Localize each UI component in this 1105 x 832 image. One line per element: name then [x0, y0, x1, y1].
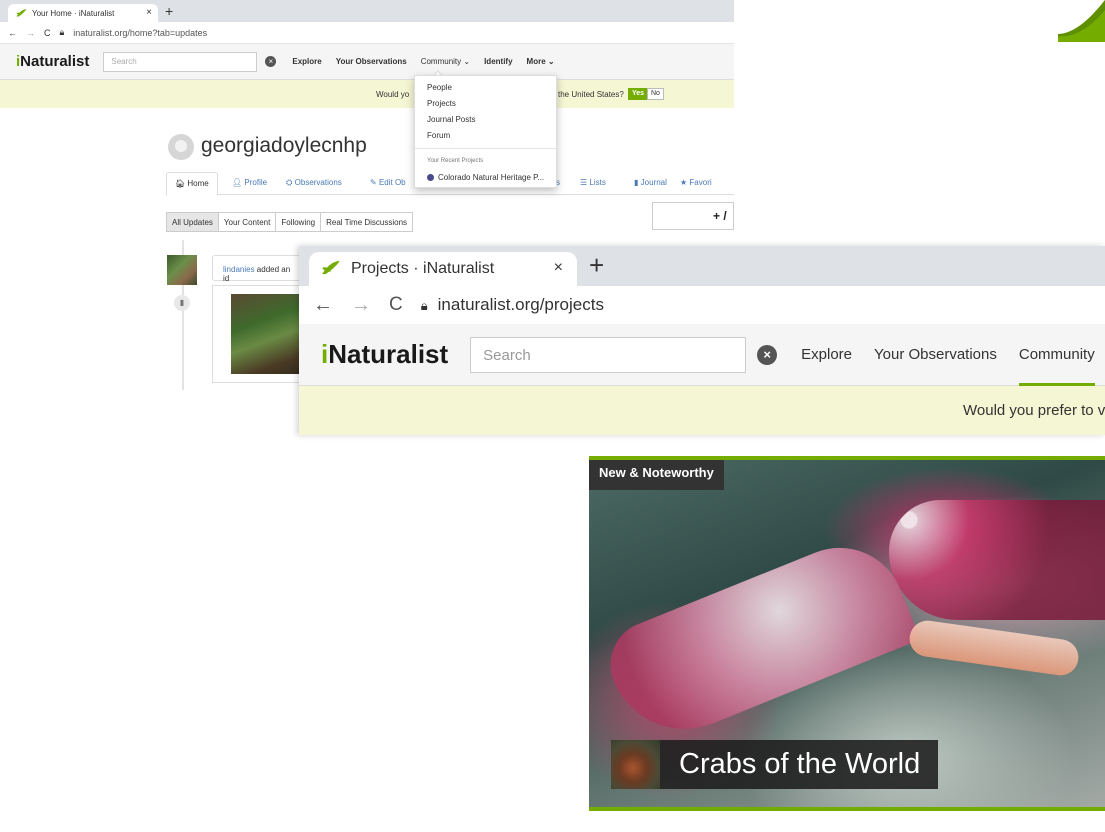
lock-icon: 🔒︎	[420, 298, 428, 313]
address-bar: ← → C 🔒︎ inaturalist.org/projects	[299, 286, 1105, 324]
banner-text: Would you prefer to vi	[963, 402, 1105, 419]
tab-bar: Your Home · iNaturalist × +	[0, 0, 734, 22]
tab-home[interactable]: 🏠︎ Home	[166, 172, 218, 196]
inaturalist-favicon-icon	[321, 259, 341, 280]
new-tab-button[interactable]: +	[165, 3, 173, 19]
tab-observations[interactable]: ⛭ Observations	[286, 178, 342, 188]
menu-item-people[interactable]: People	[427, 83, 452, 92]
menu-more[interactable]: More ⌄	[527, 57, 555, 66]
menu-community[interactable]: Community ⌄	[421, 57, 470, 66]
new-noteworthy-label: New & Noteworthy	[589, 460, 724, 490]
avatar	[168, 134, 194, 160]
reload-icon[interactable]: C	[44, 28, 51, 38]
menu-identify[interactable]: Identify	[484, 57, 512, 66]
project-title-banner[interactable]: Crabs of the World	[611, 740, 939, 789]
star-icon: ★	[680, 178, 688, 187]
tab-lists[interactable]: ☰ Lists	[580, 178, 606, 187]
filter-real-time-discussions[interactable]: Real Time Discussions	[320, 212, 414, 232]
book-icon: ▮	[634, 178, 639, 187]
site-header: iNaturalist Search × Explore Your Observ…	[299, 324, 1105, 386]
menu-explore[interactable]: Explore	[292, 57, 321, 66]
tab-journal[interactable]: ▮ Journal	[634, 178, 667, 187]
person-icon: 👤︎	[232, 178, 243, 187]
search-input[interactable]: Search	[103, 51, 258, 72]
tab-profile[interactable]: 👤︎ Profile	[232, 178, 267, 187]
no-button[interactable]: No	[647, 88, 664, 100]
crab-claw-image	[597, 528, 921, 752]
close-tab-icon[interactable]: ×	[554, 259, 563, 277]
reload-icon[interactable]: C	[389, 294, 403, 316]
tab-edit-observations[interactable]: ✎ Edit Ob	[370, 178, 406, 187]
clear-search-icon[interactable]: ×	[265, 56, 277, 67]
banner-text-left: Would yo	[376, 90, 410, 99]
feed-user-photo[interactable]	[167, 255, 197, 285]
list-icon: ☰	[580, 178, 588, 187]
back-arrow-icon[interactable]: ←	[313, 294, 333, 317]
url-field[interactable]: inaturalist.org/home?tab=updates	[73, 28, 207, 38]
crab-body-image	[889, 500, 1105, 620]
url-field[interactable]: 🔒︎ inaturalist.org/projects	[421, 295, 604, 315]
feed-observation-card[interactable]	[212, 285, 311, 383]
recent-projects-header: Your Recent Projects	[427, 158, 484, 164]
binoculars-icon: ⛭	[286, 178, 293, 187]
featured-project-card[interactable]: New & Noteworthy Crabs of the World	[589, 456, 1105, 811]
menu-explore[interactable]: Explore	[801, 346, 852, 363]
feed-filters: All Updates Your Content Following Real …	[166, 212, 414, 232]
address-bar: ← → C 🔒︎ inaturalist.org/home?tab=update…	[0, 22, 734, 44]
project-title: Crabs of the World	[679, 748, 921, 780]
tab-title: Projects · iNaturalist	[351, 260, 495, 277]
project-icon	[427, 174, 434, 181]
locale-banner: Would you prefer to vi	[299, 386, 1105, 435]
inaturalist-logo[interactable]: iNaturalist	[16, 53, 89, 70]
forward-arrow-icon[interactable]: →	[351, 294, 371, 317]
filter-all-updates[interactable]: All Updates	[166, 212, 219, 232]
tab-bar: Projects · iNaturalist × +	[299, 246, 1105, 286]
community-dropdown: People Projects Journal Posts Forum Your…	[414, 75, 558, 188]
yes-button[interactable]: Yes	[628, 88, 649, 100]
close-tab-icon[interactable]: ×	[146, 7, 152, 18]
page-title: georgiadoylecnhp	[201, 134, 367, 157]
add-observations-button[interactable]: + /	[652, 202, 734, 230]
forward-arrow-icon[interactable]: →	[26, 28, 35, 38]
tab-your-home[interactable]: Your Home · iNaturalist ×	[8, 4, 158, 22]
banner-text-right: the United States?	[558, 90, 624, 99]
bookmark-icon[interactable]: ▮	[174, 295, 190, 311]
site-header: iNaturalist Search × Explore Your Observ…	[0, 44, 734, 80]
tab-title: Your Home · iNaturalist	[32, 8, 115, 18]
inaturalist-logo[interactable]: iNaturalist	[321, 339, 448, 370]
leaf-decoration-icon	[1058, 0, 1105, 42]
tab-favorites[interactable]: ★ Favori	[680, 178, 712, 187]
lock-icon: 🔒︎	[59, 27, 65, 37]
tab-projects[interactable]: Projects · iNaturalist ×	[309, 252, 577, 286]
crab-pincer-image	[907, 618, 1081, 678]
menu-item-journal-posts[interactable]: Journal Posts	[427, 115, 475, 124]
feed-user-link[interactable]: lindanies	[223, 265, 255, 274]
menu-divider	[415, 148, 558, 149]
search-input[interactable]: Search	[470, 336, 747, 373]
main-menu: Explore Your Observations	[801, 346, 997, 363]
pencil-icon: ✎	[370, 178, 377, 187]
menu-your-observations[interactable]: Your Observations	[336, 57, 407, 66]
menu-your-observations[interactable]: Your Observations	[874, 346, 997, 363]
main-menu: Explore Your Observations Community ⌄ Id…	[292, 57, 554, 66]
filter-following[interactable]: Following	[275, 212, 322, 232]
project-thumbnail	[611, 740, 660, 789]
home-icon: 🏠︎	[175, 179, 186, 188]
feed-item-text: lindanies added an id	[212, 255, 302, 283]
new-tab-button[interactable]: +	[589, 250, 604, 281]
browser-window-projects: Projects · iNaturalist × + ← → C 🔒︎ inatu…	[299, 246, 1105, 435]
locale-banner: Would yo the United States? Yes No	[0, 80, 734, 108]
menu-item-forum[interactable]: Forum	[427, 131, 450, 140]
filter-your-content[interactable]: Your Content	[217, 212, 277, 232]
recent-project-link[interactable]: Colorado Natural Heritage P...	[427, 173, 544, 182]
back-arrow-icon[interactable]: ←	[8, 28, 17, 38]
menu-item-projects[interactable]: Projects	[427, 99, 456, 108]
inaturalist-favicon-icon	[16, 8, 27, 19]
clear-search-icon[interactable]: ×	[757, 344, 778, 365]
menu-community[interactable]: Community	[1018, 346, 1095, 386]
